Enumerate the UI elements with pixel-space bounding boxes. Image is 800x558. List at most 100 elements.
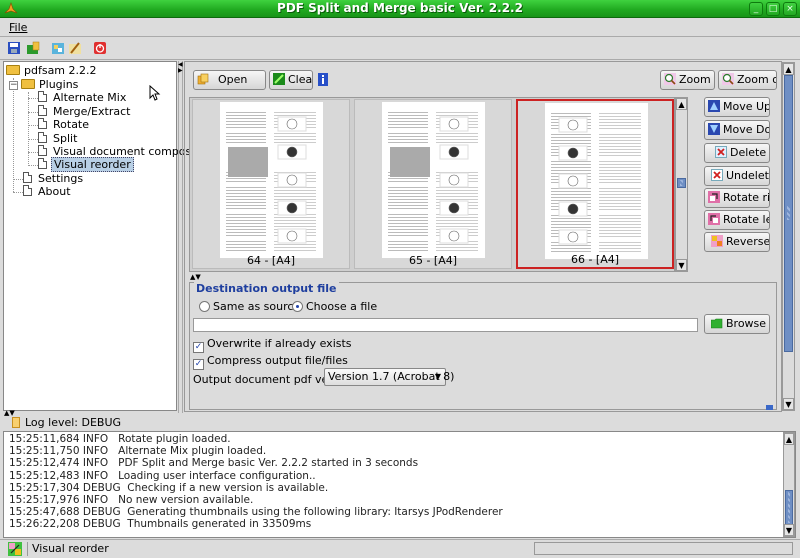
log-header: Log level: DEBUG — [0, 416, 800, 430]
tree-root[interactable]: pdfsam 2.2.2 — [6, 64, 97, 78]
document-icon — [38, 91, 47, 102]
scroll-thumb[interactable] — [785, 490, 793, 525]
page-preview — [545, 103, 648, 259]
radio-choose-file[interactable]: Choose a file — [292, 300, 377, 313]
radio-button[interactable] — [199, 301, 210, 312]
menu-bar: File — [0, 19, 800, 37]
zoom-in-icon — [664, 73, 676, 85]
radio-same-as-source[interactable]: Same as source — [199, 300, 300, 313]
horizontal-splitter[interactable]: ▲▼ — [190, 274, 201, 281]
reverse-button[interactable]: Reverse — [704, 232, 770, 252]
scroll-down-arrow[interactable]: ▼ — [784, 524, 794, 536]
tree-item-visual-reorder[interactable]: Visual reorder — [38, 157, 134, 172]
scroll-up-arrow[interactable]: ▲ — [784, 433, 794, 445]
collapse-toggle[interactable]: − — [9, 81, 18, 90]
mouse-cursor-icon — [149, 85, 161, 101]
title-bar[interactable]: PDF Split and Merge basic Ver. 2.2.2 _ □… — [0, 0, 800, 18]
menu-file[interactable]: File — [9, 21, 27, 34]
scroll-thumb[interactable] — [677, 178, 686, 188]
overwrite-checkbox[interactable]: ✓ Overwrite if already exists — [193, 337, 352, 353]
tree-plugins[interactable]: Plugins — [21, 78, 78, 92]
rotate-left-button[interactable]: Rotate left — [704, 210, 770, 230]
delete-icon — [715, 146, 727, 158]
clean-icon[interactable] — [68, 41, 82, 55]
environment-icon[interactable] — [51, 41, 65, 55]
document-icon — [23, 172, 32, 183]
open-icon — [197, 73, 209, 85]
rotate-left-icon — [708, 213, 720, 225]
help-icon[interactable] — [766, 405, 773, 410]
tree-item-merge-extract[interactable]: Merge/Extract — [38, 105, 132, 119]
scroll-thumb[interactable] — [784, 75, 793, 352]
load-icon[interactable] — [26, 41, 40, 55]
scroll-down-arrow[interactable]: ▼ — [783, 398, 794, 410]
pdf-version-select[interactable]: Version 1.7 (Acrobat 8) ▼ — [324, 368, 454, 386]
status-text: Visual reorder — [32, 542, 109, 555]
document-icon — [23, 185, 32, 196]
destination-file-input[interactable] — [193, 318, 698, 332]
radio-button[interactable] — [292, 301, 303, 312]
open-button[interactable]: Open — [193, 70, 266, 90]
panel-scrollbar[interactable]: ▲ ▼ — [782, 62, 795, 411]
zoom-out-button[interactable]: Zoom out — [718, 70, 777, 90]
page-preview — [220, 102, 323, 258]
page-thumbnail[interactable]: 65 - [A4] — [354, 99, 512, 269]
scroll-down-arrow[interactable]: ▼ — [676, 259, 687, 271]
document-icon — [38, 132, 47, 143]
close-button[interactable]: × — [783, 2, 797, 16]
folder-icon — [711, 318, 723, 329]
document-icon — [38, 158, 47, 169]
clear-button[interactable]: Clear — [269, 70, 313, 90]
thumbnail-caption: 66 - [A4] — [570, 253, 620, 266]
undelete-button[interactable]: Undelete — [704, 166, 770, 186]
save-icon[interactable] — [7, 41, 21, 55]
move-down-icon — [708, 123, 720, 135]
log-scrollbar[interactable]: ▲ ▼ — [783, 432, 795, 537]
page-thumbnail[interactable]: 64 - [A4] — [192, 99, 350, 269]
main-toolbar — [0, 38, 800, 60]
scroll-up-arrow[interactable]: ▲ — [783, 63, 794, 75]
browse-button[interactable]: Browse — [704, 314, 770, 334]
move-down-button[interactable]: Move Do... — [704, 120, 770, 140]
progress-bar — [534, 542, 793, 555]
tree-item-alternate-mix[interactable]: Alternate Mix — [38, 91, 128, 105]
tree-item-split[interactable]: Split — [38, 132, 79, 146]
thumbnail-caption: 65 - [A4] — [408, 254, 458, 267]
rotate-right-icon — [708, 191, 720, 203]
minimize-button[interactable]: _ — [749, 2, 763, 16]
scroll-up-arrow[interactable]: ▲ — [676, 98, 687, 110]
status-bar: Visual reorder — [0, 539, 800, 558]
plugin-tree: pdfsam 2.2.2 − Plugins Alternate Mix Mer… — [3, 61, 203, 411]
checkbox[interactable]: ✓ — [193, 359, 204, 370]
move-up-button[interactable]: Move Up — [704, 97, 770, 117]
thumbnail-scrollbar[interactable]: ▲ ▼ — [675, 97, 688, 272]
log-area[interactable]: ▲ ▼ 15:25:11,684 INFO Rotate plugin load… — [3, 431, 796, 538]
visual-reorder-icon — [8, 542, 22, 556]
move-up-icon — [708, 100, 720, 112]
document-icon — [38, 118, 47, 129]
log-level-icon[interactable] — [12, 417, 20, 428]
log-level-label: Log level: DEBUG — [25, 416, 122, 429]
checkbox[interactable]: ✓ — [193, 342, 204, 353]
log-line: 15:25:17,976 INFO No new version availab… — [9, 494, 254, 506]
log-line: 15:25:47,688 DEBUG Generating thumbnails… — [9, 506, 503, 519]
log-line: 15:26:22,208 DEBUG Thumbnails generated … — [9, 518, 312, 531]
delete-button[interactable]: Delete — [704, 143, 770, 163]
document-icon — [38, 105, 47, 116]
window-title: PDF Split and Merge basic Ver. 2.2.2 — [277, 1, 523, 15]
tree-item-about[interactable]: About — [23, 185, 73, 199]
destination-legend: Destination output file — [194, 282, 339, 295]
rotate-right-button[interactable]: Rotate ri... — [704, 188, 770, 208]
zoom-out-icon — [722, 73, 734, 85]
info-icon[interactable] — [318, 73, 328, 86]
tree-item-rotate[interactable]: Rotate — [38, 118, 91, 132]
exit-icon[interactable] — [93, 41, 107, 55]
tree-item-settings[interactable]: Settings — [23, 172, 85, 186]
zoom-in-button[interactable]: Zoom in — [660, 70, 715, 90]
folder-open-icon — [6, 65, 20, 75]
page-thumbnail[interactable]: 66 - [A4] — [516, 99, 674, 269]
page-preview — [382, 102, 485, 258]
vertical-splitter[interactable]: ◀ ▶ — [178, 61, 183, 413]
log-line: 15:25:11,750 INFO Alternate Mix plugin l… — [9, 445, 267, 458]
maximize-button[interactable]: □ — [766, 2, 780, 16]
